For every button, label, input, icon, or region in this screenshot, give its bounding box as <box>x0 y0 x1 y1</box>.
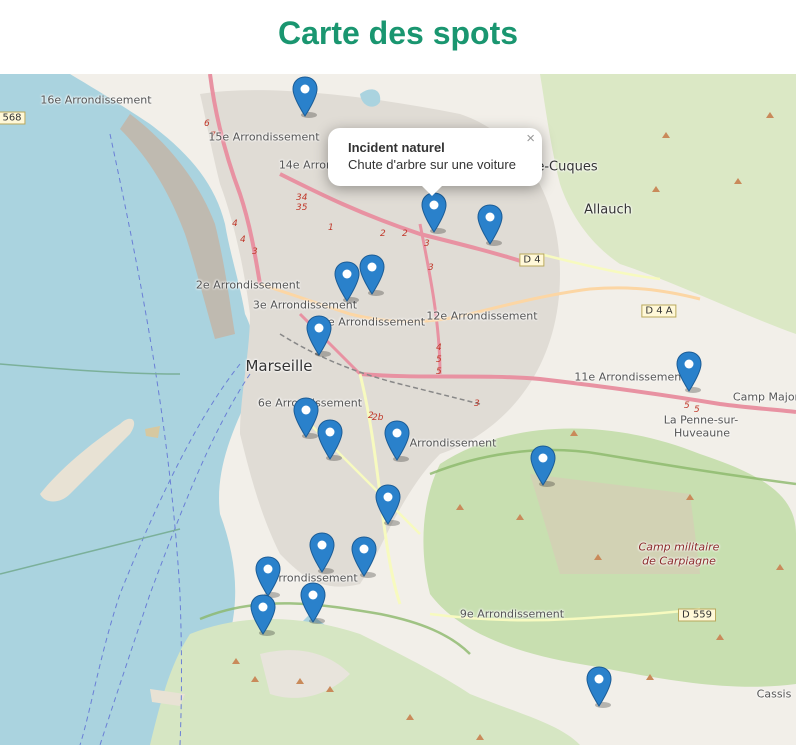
label-allauch: Allauch <box>584 202 632 218</box>
spot-marker[interactable] <box>530 445 556 487</box>
label-camp-militaire-1: Camp militaire <box>638 540 720 554</box>
svg-text:4: 4 <box>232 219 238 229</box>
road-shield-d4: D 4 <box>519 253 545 267</box>
road-shield-d559: D 559 <box>678 608 716 622</box>
svg-text:34: 34 <box>296 193 308 203</box>
svg-text:4: 4 <box>436 343 442 353</box>
svg-text:2b: 2b <box>372 413 384 423</box>
spot-marker[interactable] <box>250 594 276 636</box>
svg-text:3: 3 <box>428 263 434 273</box>
svg-text:3: 3 <box>474 399 480 409</box>
spot-marker[interactable] <box>375 484 401 526</box>
spot-marker[interactable] <box>477 204 503 246</box>
road-shield-d4a: D 4 A <box>641 304 677 318</box>
spot-marker[interactable] <box>351 536 377 578</box>
spot-marker[interactable] <box>309 532 335 574</box>
label-camp-militaire-2: de Carpiagne <box>642 554 716 568</box>
popup-description: Chute d'arbre sur une voiture <box>348 157 516 172</box>
spot-marker[interactable] <box>384 420 410 462</box>
svg-text:5: 5 <box>436 367 442 377</box>
page-title: Carte des spots <box>277 15 519 51</box>
label-la-penne-1: La Penne-sur- <box>663 413 739 427</box>
label-10e-arrondissement: Arrondissement <box>409 436 497 450</box>
svg-text:2: 2 <box>380 229 386 239</box>
spot-marker[interactable] <box>317 419 343 461</box>
svg-text:4: 4 <box>240 235 246 245</box>
label-1e-arrondissement: 1e Arrondissement <box>320 315 426 329</box>
label-la-penne-2: Huveaune <box>674 426 730 440</box>
svg-text:35: 35 <box>296 203 308 213</box>
svg-text:5: 5 <box>436 355 442 365</box>
road-shield-568: 568 <box>0 111 26 125</box>
label-marseille: Marseille <box>245 357 313 375</box>
label-9e-arrondissement: 9e Arrondissement <box>459 607 565 621</box>
label-16e-arrondissement: 16e Arrondissement <box>40 93 152 107</box>
svg-text:6: 6 <box>204 119 210 129</box>
spot-marker[interactable] <box>586 666 612 708</box>
label-cuques: e-Cuques <box>536 159 598 175</box>
spot-marker[interactable] <box>293 397 319 439</box>
spot-marker[interactable] <box>676 351 702 393</box>
spot-marker[interactable] <box>255 556 281 598</box>
spot-marker[interactable] <box>306 315 332 357</box>
spot-marker[interactable] <box>421 192 447 234</box>
svg-text:2: 2 <box>402 229 408 239</box>
spot-marker[interactable] <box>292 76 318 118</box>
svg-text:1: 1 <box>328 223 334 233</box>
svg-text:3: 3 <box>252 247 258 257</box>
label-15e-arrondissement: 15e Arrondissement <box>208 130 320 144</box>
popup-title: Incident naturel <box>348 140 445 155</box>
spot-marker[interactable] <box>300 582 326 624</box>
map[interactable]: 67 34 35 443 122 33 455 3 2 2b 55 16e Arron… <box>0 74 796 745</box>
spot-marker[interactable] <box>359 254 385 296</box>
label-12e-arrondissement: 12e Arrondissement <box>426 309 538 323</box>
label-camp-major: Camp Major <box>732 390 796 404</box>
spot-marker[interactable] <box>334 261 360 303</box>
svg-text:5: 5 <box>684 401 690 411</box>
label-11e-arrondissement: 11e Arrondissement <box>574 370 686 384</box>
label-2e-arrondissement: 2e Arrondissement <box>195 278 301 292</box>
spot-popup: Incident naturel Chute d'arbre sur une v… <box>328 128 542 196</box>
close-icon[interactable]: × <box>526 130 535 147</box>
label-cassis: Cassis <box>756 687 792 701</box>
svg-text:3: 3 <box>424 239 430 249</box>
